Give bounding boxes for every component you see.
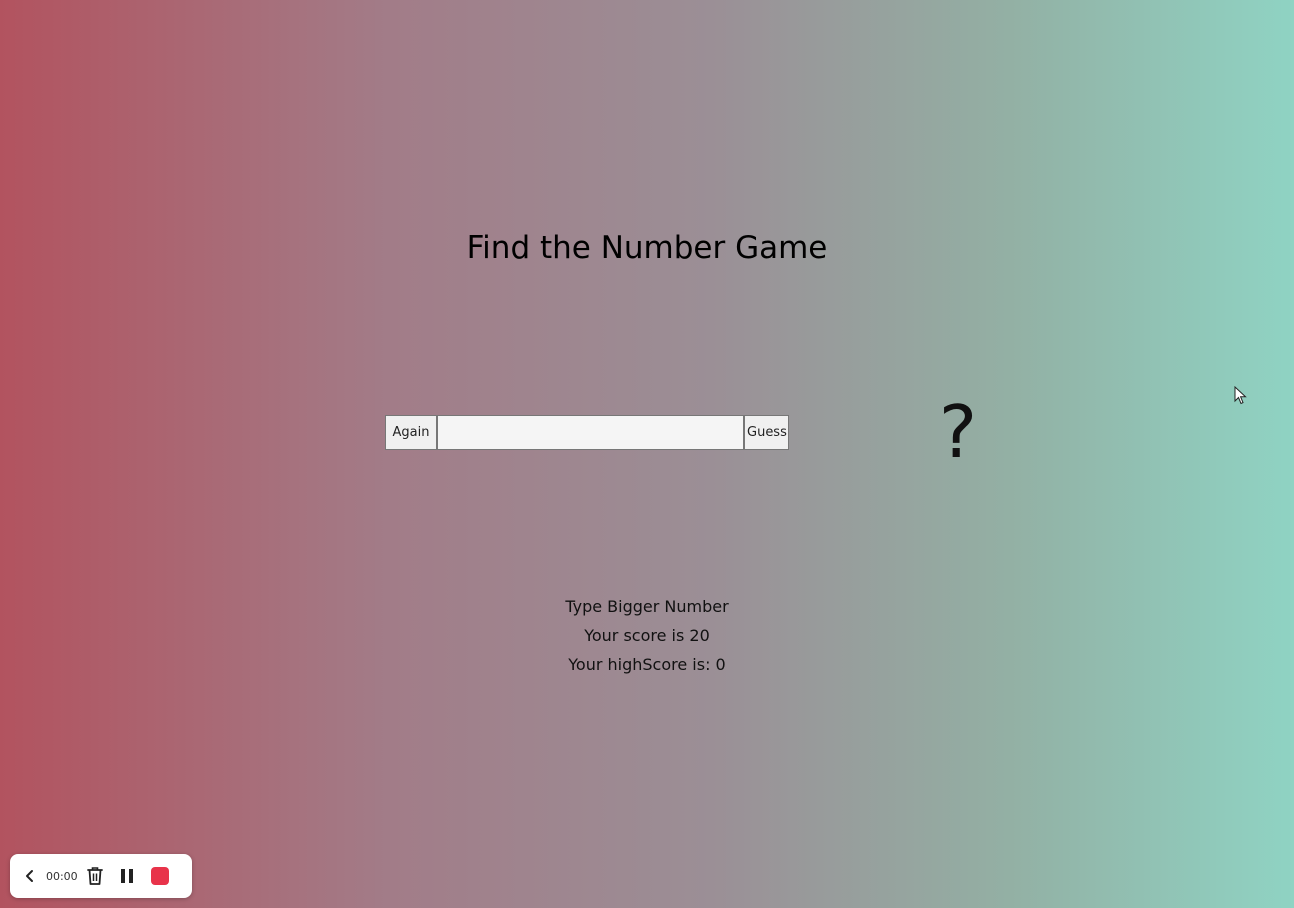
stop-icon[interactable] <box>149 864 171 888</box>
game-controls: Again Guess <box>385 415 789 450</box>
highscore-text: Your highScore is: 0 <box>568 655 726 674</box>
stop-square <box>151 867 170 885</box>
pause-icon[interactable] <box>116 864 138 888</box>
chevron-left-icon[interactable] <box>20 865 40 887</box>
secret-number: ? <box>938 390 978 474</box>
score-text: Your score is 20 <box>584 626 710 645</box>
recording-time: 00:00 <box>45 869 78 883</box>
guess-button[interactable]: Guess <box>744 415 789 450</box>
trash-icon[interactable] <box>84 864 106 888</box>
hint-message: Type Bigger Number <box>565 597 729 616</box>
status-messages: Type Bigger Number Your score is 20 Your… <box>0 595 1294 682</box>
guess-input[interactable] <box>437 415 744 450</box>
mouse-cursor-icon <box>1234 386 1247 405</box>
screen-recorder-toolbar: 00:00 <box>10 854 192 898</box>
again-button[interactable]: Again <box>385 415 437 450</box>
page-title: Find the Number Game <box>466 230 828 266</box>
